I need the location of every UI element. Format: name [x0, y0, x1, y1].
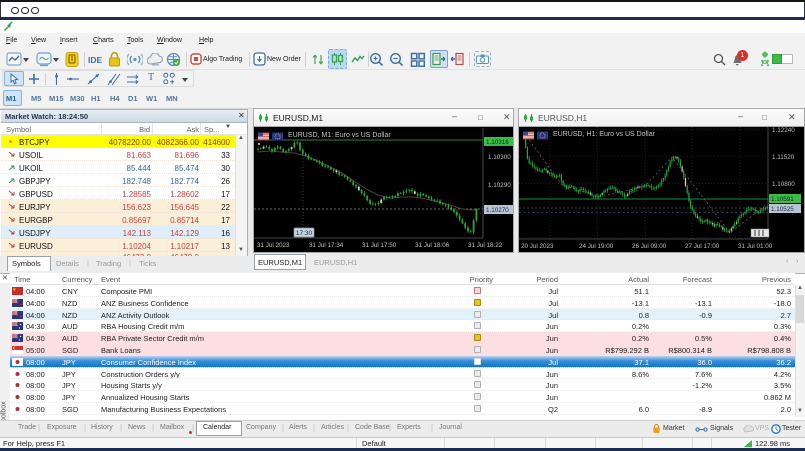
- svg-text:1.10525: 1.10525: [771, 206, 794, 213]
- svg-text:1.10270: 1.10270: [486, 207, 509, 214]
- svg-text:27 Jul 17:00: 27 Jul 17:00: [685, 243, 720, 250]
- svg-text:1.10300: 1.10300: [488, 154, 511, 161]
- svg-text:1.12240: 1.12240: [772, 127, 795, 134]
- svg-text:1.10591: 1.10591: [771, 196, 794, 203]
- svg-text:1.10316: 1.10316: [486, 139, 509, 146]
- svg-text:31 Jul 18:22: 31 Jul 18:22: [468, 242, 503, 249]
- svg-text:20 Jul 2023: 20 Jul 2023: [521, 243, 554, 250]
- svg-text:26 Jul 09:00: 26 Jul 09:00: [632, 243, 667, 250]
- svg-text:31 Jul 01:00: 31 Jul 01:00: [738, 243, 773, 250]
- svg-text:31 Jul 18:06: 31 Jul 18:06: [415, 242, 450, 249]
- svg-text:31 Jul 2023: 31 Jul 2023: [257, 242, 290, 249]
- svg-text:17:30: 17:30: [296, 230, 313, 237]
- svg-text:31 Jul 17:34: 31 Jul 17:34: [309, 242, 344, 249]
- svg-text:1.10800: 1.10800: [772, 181, 795, 188]
- svg-text:1.10290: 1.10290: [488, 182, 511, 189]
- svg-text:24 Jul 19:00: 24 Jul 19:00: [579, 243, 614, 250]
- svg-text:31 Jul 17:50: 31 Jul 17:50: [362, 242, 397, 249]
- svg-text:1.11520: 1.11520: [772, 154, 795, 161]
